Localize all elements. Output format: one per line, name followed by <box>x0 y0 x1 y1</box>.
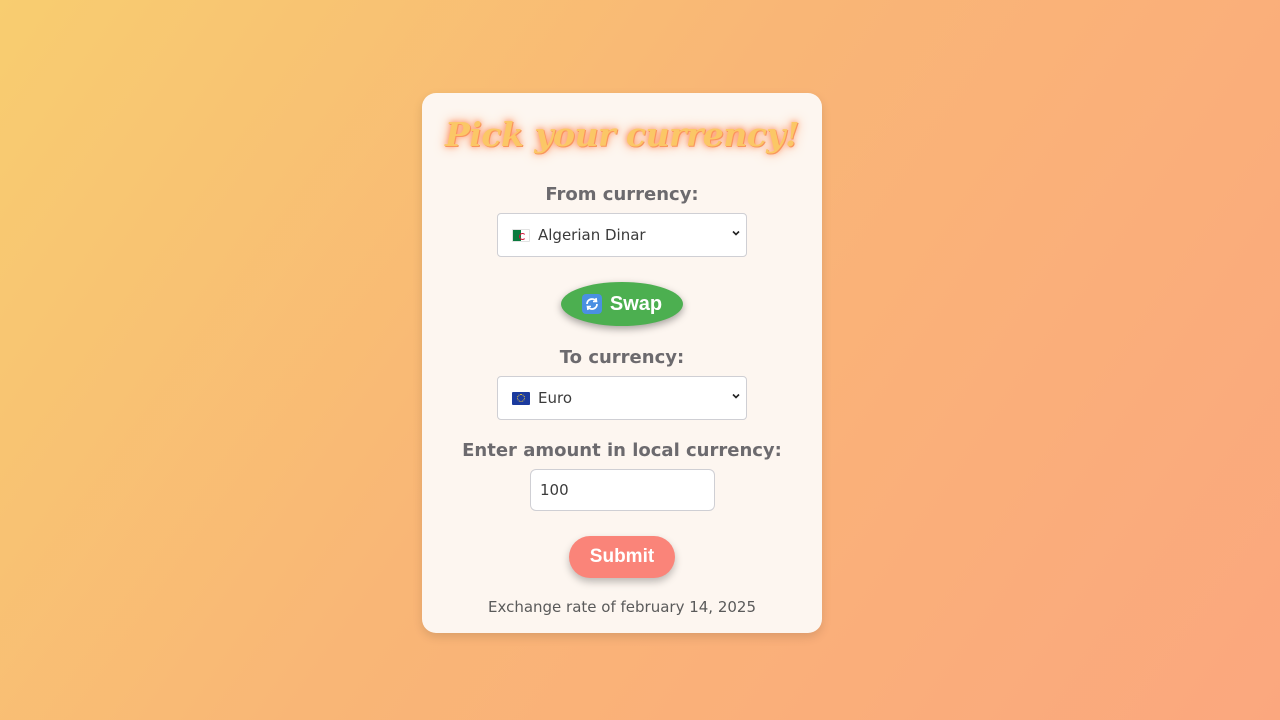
amount-input[interactable] <box>530 469 715 511</box>
from-currency-label: From currency: <box>545 184 699 205</box>
amount-label: Enter amount in local currency: <box>462 440 782 461</box>
exchange-rate-date: Exchange rate of february 14, 2025 <box>487 598 757 616</box>
page-title: Pick your currency! <box>445 115 799 154</box>
from-currency-select[interactable]: Algerian Dinar <box>497 213 747 257</box>
to-currency-value: Euro <box>538 389 572 407</box>
submit-button[interactable]: Submit <box>569 536 675 578</box>
converter-card: Pick your currency! From currency: Alger… <box>422 93 822 633</box>
to-currency-select[interactable]: Euro <box>497 376 747 420</box>
flag-algeria-icon <box>512 228 530 242</box>
chevron-down-icon <box>732 393 740 399</box>
swap-button[interactable]: Swap <box>561 282 683 326</box>
to-currency-label: To currency: <box>559 347 685 368</box>
from-currency-value: Algerian Dinar <box>538 226 646 244</box>
swap-arrows-icon <box>581 294 602 314</box>
swap-label: Swap <box>609 292 663 315</box>
chevron-down-icon <box>732 230 740 236</box>
flag-eu-icon <box>512 391 530 405</box>
